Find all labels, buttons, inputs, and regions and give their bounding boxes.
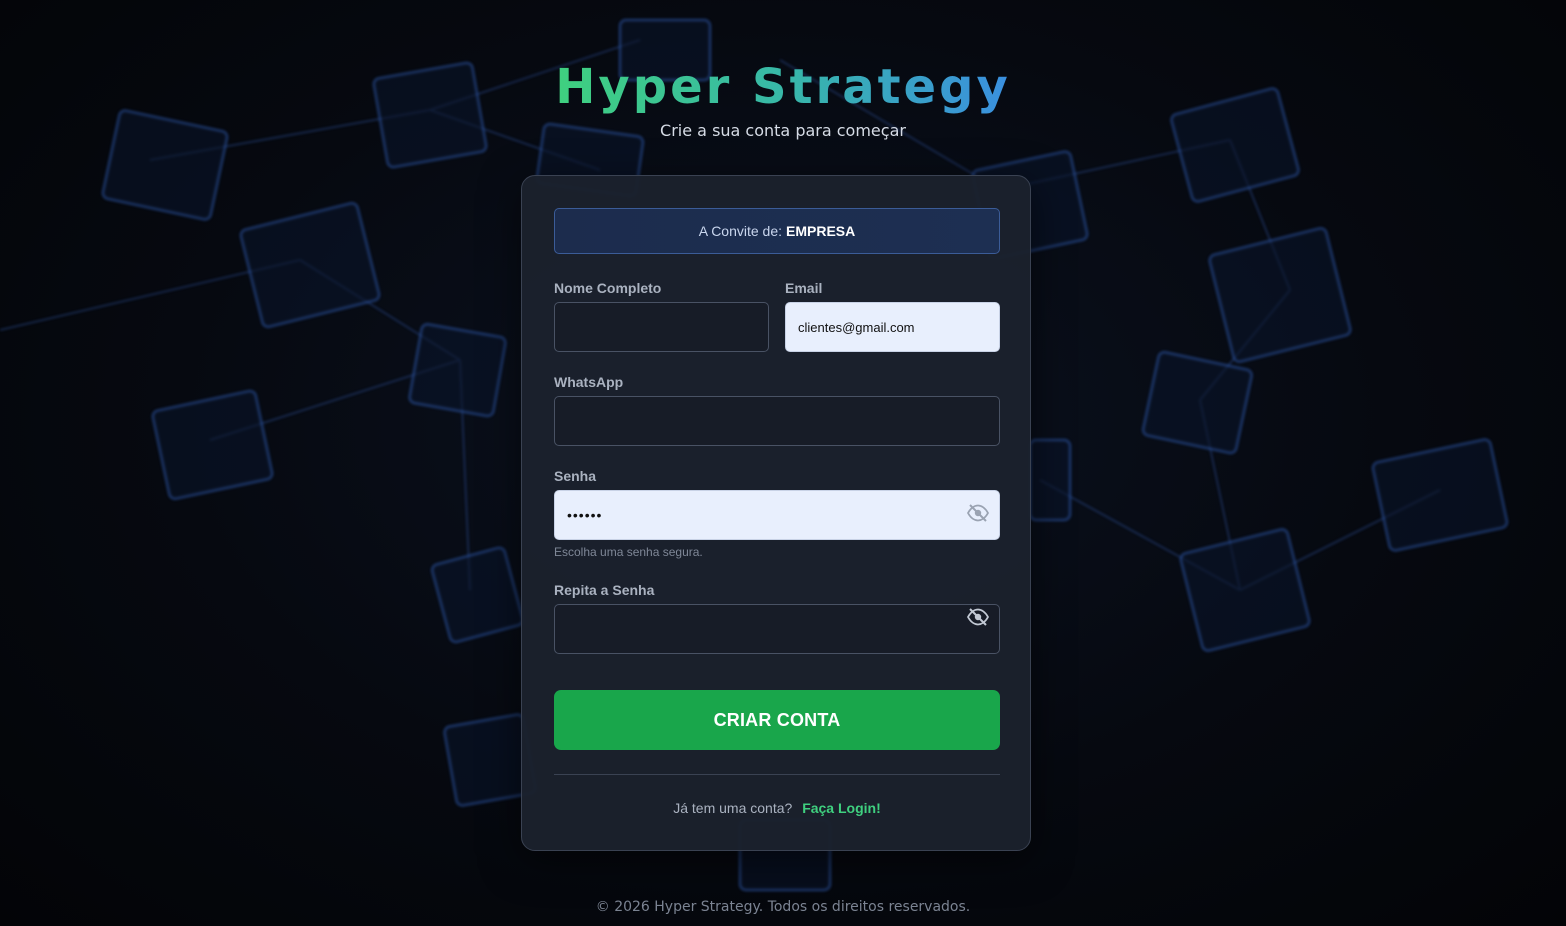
confirm-password-label: Repita a Senha — [554, 582, 655, 598]
email-input[interactable] — [785, 302, 1000, 352]
brand-title: Hyper Strategy — [555, 59, 1011, 115]
password-label: Senha — [554, 468, 597, 484]
password-hint: Escolha uma senha segura. — [554, 545, 703, 559]
page-subtitle: Crie a sua conta para começar — [660, 121, 906, 140]
name-label: Nome Completo — [554, 280, 662, 296]
invite-banner: A Convite de: EMPRESA — [554, 208, 1000, 254]
email-label: Email — [785, 280, 823, 296]
full-name-input[interactable] — [554, 302, 769, 352]
signup-card: A Convite de: EMPRESA Nome Completo Emai… — [521, 175, 1031, 851]
login-prompt: Já tem uma conta? — [673, 800, 793, 816]
whatsapp-label: WhatsApp — [554, 374, 624, 390]
whatsapp-input[interactable] — [554, 396, 1000, 446]
invite-prefix: A Convite de: — [698, 223, 783, 239]
login-prompt-row: Já tem uma conta? Faça Login! — [554, 800, 1000, 816]
confirm-password-input[interactable] — [554, 604, 1000, 654]
invite-company: EMPRESA — [786, 223, 856, 239]
signup-page: Hyper Strategy Crie a sua conta para com… — [0, 0, 1566, 926]
eye-off-icon[interactable] — [967, 502, 989, 524]
divider — [554, 774, 1000, 775]
eye-off-icon[interactable] — [967, 606, 989, 628]
create-account-button[interactable]: CRIAR CONTA — [554, 690, 1000, 750]
login-link[interactable]: Faça Login! — [802, 800, 881, 816]
password-input[interactable] — [554, 490, 1000, 540]
footer-copyright: © 2026 Hyper Strategy. Todos os direitos… — [595, 899, 971, 915]
